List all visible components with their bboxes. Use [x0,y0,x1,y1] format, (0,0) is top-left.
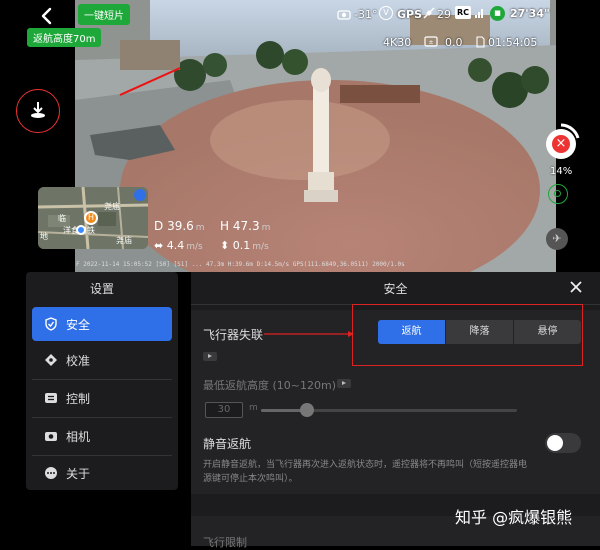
gimbal-angle: -31° [354,8,378,21]
silent-rth-toggle[interactable] [545,433,581,453]
sidebar-title: 设置 [89,282,114,296]
distance-value: 39.6 [167,219,194,233]
flight-time: 27'34" [510,7,550,20]
sidebar-item-label: 安全 [66,317,91,332]
exposure-icon: ± [424,36,438,47]
map-label: 地 [40,232,48,241]
vertical-speed-unit: m/s [252,242,269,252]
ev-value: 0.0 [445,36,463,49]
min-rth-label: 最低返航高度 (10~120m) [203,379,337,392]
sidebar-item-label: 控制 [66,391,91,406]
flight-limit-label: 飞行限制 [203,536,247,549]
sidebar-item-control[interactable]: 控制 [32,381,172,415]
vertical-speed-value: 0.1 [232,239,251,252]
sidebar-item-label: 校准 [66,353,91,368]
satellite-icon [423,7,435,19]
distance-label: D [154,219,164,233]
panel-title: 安全 [383,282,408,296]
telemetry-horizontal-speed: ⬌ 4.4 m/s [154,239,203,252]
signal-lost-label: 飞行器失联 [203,328,264,342]
drone-mode-icon[interactable]: ✈ [546,228,568,250]
compass-icon [45,354,57,366]
annotation-box [352,304,583,366]
rc-label: RC [455,6,471,19]
height-value: 47.3 [232,219,260,233]
settings-sidebar: 设置 安全 校准 控制 相机 关于 [26,272,178,490]
horizontal-speed-value: 4.4 [166,239,185,252]
min-rth-height-input[interactable]: 30 [205,402,243,418]
stop-button[interactable]: × [546,129,576,159]
map-label: 临 [58,214,66,223]
play-icon[interactable] [337,379,351,388]
vertical-speed-icon: ⬍ [220,239,230,252]
return-home-icon[interactable] [28,100,48,120]
distance-unit: m [195,223,205,233]
camera-view: 一键短片 返航高度70m -31° V GPS 29 RC ■ 27'34" 4… [0,0,600,272]
sidebar-item-safety[interactable]: 安全 [32,307,172,341]
camera-icon [45,432,57,441]
map-label: 尧庙 [104,202,120,211]
telemetry-vertical-speed: ⬍ 0.1 m/s [220,239,269,252]
quick-shot-button[interactable]: 一键短片 [78,4,130,25]
min-rth-unit: m [249,403,258,413]
watermark: 知乎 @疯爆银熊 [455,508,573,527]
slider-thumb[interactable] [300,403,315,417]
toggle-knob [547,435,563,451]
battery-percent: 14% [550,166,573,177]
svg-text:±: ± [428,39,433,46]
back-icon[interactable] [36,5,58,27]
aircraft-position-icon [76,225,86,235]
shield-icon [45,317,57,331]
sidebar-divider [32,379,172,380]
video-caption: F 2022-11-14 15:05:52 [S0] [S1] ... 47.3… [76,261,405,268]
sd-card-icon [476,36,485,48]
horizontal-speed-icon: ⬌ [154,239,164,252]
controller-icon [45,393,57,403]
horizontal-speed-unit: m/s [186,242,203,252]
silent-rth-description: 开启静音返航，当飞行器再次进入返航状态时，遥控器将不再鸣叫（短按遥控器电源键可停… [203,460,528,484]
close-icon: × [552,135,570,153]
sidebar-item-calibration[interactable]: 校准 [32,343,172,377]
close-icon[interactable] [568,279,584,295]
gps-label: GPS [397,8,423,21]
minimap[interactable]: 临 尧庙 洋食泉铁 尧庙 地 H [38,187,148,249]
silent-rth-label: 静音返航 [203,437,252,451]
sidebar-item-camera[interactable]: 相机 [32,419,172,453]
home-point-icon: H [84,211,98,225]
sidebar-item-about[interactable]: 关于 [32,456,172,490]
map-label: 尧庙 [116,236,132,245]
gimbal-icon [337,10,351,20]
camera-switch-icon[interactable] [548,184,568,204]
play-icon[interactable] [203,352,217,361]
annotation-arrow [264,331,354,337]
height-label: H [220,219,230,233]
map-expand-icon[interactable] [134,189,146,201]
video-mode: 4K30 [383,36,412,49]
more-icon [45,467,57,479]
telemetry-height: H 47.3 m [220,219,270,233]
telemetry-distance: D 39.6 m [154,219,205,233]
vision-icon: V [379,6,393,20]
record-time: 01:54:05 [488,36,538,49]
safety-settings-panel: 安全 飞行器失联 返航 降落 悬停 最低返航高度 (10~120m) 30 m … [191,272,600,549]
sidebar-item-label: 关于 [66,466,91,481]
sidebar-item-label: 相机 [66,429,91,444]
satellite-count: 29 [437,8,451,21]
sidebar-divider [32,417,172,418]
signal-icon [475,9,483,18]
battery-icon: ■ [490,6,505,21]
rth-altitude-badge: 返航高度70m [27,28,102,47]
height-unit: m [261,223,271,233]
